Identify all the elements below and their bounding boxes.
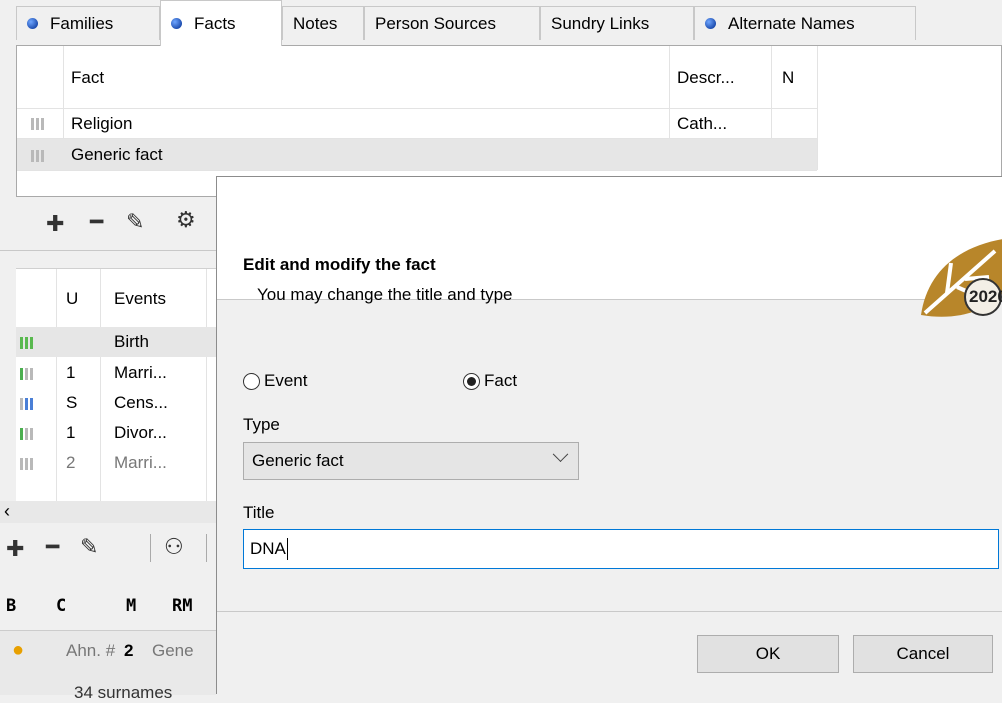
tab-label: Sundry Links: [551, 13, 650, 33]
add-icon[interactable]: ✚: [6, 538, 24, 560]
completeness-bars-icon: [20, 458, 44, 470]
dialog-subtitle: You may change the title and type: [257, 285, 513, 304]
event-name-cell: Cens...: [114, 393, 168, 412]
tab-facts[interactable]: Facts: [160, 0, 282, 46]
dialog-title: Edit and modify the fact: [243, 255, 436, 274]
completeness-bars-icon: [31, 118, 55, 130]
event-u-cell: S: [66, 393, 78, 412]
title-label: Title: [243, 503, 275, 522]
column-header-u[interactable]: U: [66, 289, 78, 309]
event-u-cell: 1: [66, 363, 76, 382]
tab-label: Facts: [194, 13, 236, 33]
tab-status-dot-icon: [705, 18, 716, 29]
tab-person-sources[interactable]: Person Sources: [364, 6, 540, 40]
logo-year-text: 2020: [969, 287, 1002, 306]
generation-text: Gene: [152, 641, 194, 660]
relationship-letter-bar: B C M RM: [0, 590, 216, 624]
tab-label: Person Sources: [375, 13, 496, 33]
scroll-left-arrow-icon[interactable]: ‹: [4, 501, 10, 522]
table-row[interactable]: 1 Divor...: [16, 418, 216, 448]
edit-pencil-icon[interactable]: ✎: [126, 211, 144, 233]
letter-b[interactable]: B: [6, 596, 16, 616]
radio-unchecked-icon: [243, 372, 260, 390]
events-toolbar: ✚ ━ ✎ ⚇: [0, 526, 216, 572]
letter-m[interactable]: M: [126, 596, 136, 616]
tab-notes[interactable]: Notes: [282, 6, 364, 40]
cancel-button-label: Cancel: [896, 644, 950, 663]
column-header-description[interactable]: Descr...: [677, 68, 735, 88]
chevron-down-icon: [552, 446, 569, 463]
title-input-value: DNA: [250, 539, 286, 558]
ahn-label: Ahn. #: [66, 641, 116, 660]
column-header-fact[interactable]: Fact: [71, 68, 104, 88]
fact-name-cell: Religion: [71, 114, 133, 133]
completeness-bars-icon: [20, 368, 44, 380]
fact-name-cell: Generic fact: [71, 145, 163, 164]
completeness-bars-icon: [31, 150, 55, 162]
ok-button[interactable]: OK: [697, 635, 839, 673]
completeness-bars-icon: [20, 337, 44, 349]
title-input[interactable]: DNA: [243, 529, 999, 569]
edit-fact-dialog: Edit and modify the fact You may change …: [216, 176, 1002, 694]
edit-pencil-icon[interactable]: ✎: [80, 536, 98, 558]
person-icon: ●: [12, 639, 25, 661]
facts-toolbar: ✚ ━ ✎ ⚙: [0, 197, 216, 249]
dialog-header: Edit and modify the fact You may change …: [217, 177, 1002, 317]
tab-bar: Families Facts Notes Person Sources Sund…: [0, 0, 1002, 46]
facts-grid: Fact Descr... N Religion Cath... Generic…: [16, 45, 1002, 197]
letter-c[interactable]: C: [56, 596, 66, 616]
type-select-value: Generic fact: [252, 451, 344, 470]
ok-button-label: OK: [755, 644, 781, 663]
tab-alternate-names[interactable]: Alternate Names: [694, 6, 916, 40]
tab-label: Notes: [293, 13, 338, 33]
radio-event[interactable]: Event: [243, 371, 307, 391]
tab-status-dot-icon: [27, 18, 38, 29]
type-label: Type: [243, 415, 280, 434]
remove-icon[interactable]: ━: [90, 211, 103, 233]
event-u-cell: 2: [66, 453, 76, 470]
table-row[interactable]: Religion Cath...: [17, 108, 817, 138]
ahn-value: 2: [124, 641, 134, 660]
table-row[interactable]: 1 Marri...: [16, 358, 216, 388]
text-caret: [286, 538, 288, 560]
horizontal-scrollbar[interactable]: ‹: [0, 501, 216, 523]
cancel-button[interactable]: Cancel: [853, 635, 993, 673]
surnames-count: 34 surnames: [74, 683, 173, 702]
letter-rm[interactable]: RM: [172, 596, 192, 616]
column-header-n[interactable]: N: [782, 68, 794, 88]
tab-families[interactable]: Families: [16, 6, 160, 40]
witness-icon[interactable]: ⚇: [164, 536, 184, 558]
tab-sundry-links[interactable]: Sundry Links: [540, 6, 694, 40]
remove-icon[interactable]: ━: [46, 536, 59, 558]
tab-label: Families: [50, 13, 114, 33]
completeness-bars-icon: [20, 398, 44, 410]
tab-status-dot-icon: [171, 18, 182, 29]
status-area: ● Ahn. # 2 Gene 34 surnames: [0, 630, 216, 702]
table-row-selected[interactable]: Generic fact: [17, 139, 817, 170]
radio-fact[interactable]: Fact: [463, 371, 517, 391]
radio-event-label: Event: [264, 371, 308, 390]
app-leaf-logo-icon: 2020: [917, 233, 1002, 323]
event-name-cell: Divor...: [114, 423, 167, 442]
column-header-events[interactable]: Events: [114, 289, 166, 309]
tab-label: Alternate Names: [728, 13, 855, 33]
events-grid: U Events Birth 1 Marri... S Cens... 1 Di…: [0, 268, 216, 523]
event-u-cell: 1: [66, 423, 76, 442]
event-name-cell: Birth: [114, 332, 149, 351]
fact-description-cell: Cath...: [677, 114, 728, 133]
radio-fact-label: Fact: [484, 371, 518, 390]
completeness-bars-icon: [20, 428, 44, 440]
event-name-cell: Marri...: [114, 453, 167, 470]
type-select[interactable]: Generic fact: [243, 442, 579, 480]
table-row[interactable]: 2 Marri...: [16, 448, 216, 470]
add-icon[interactable]: ✚: [46, 213, 64, 235]
table-row-selected[interactable]: Birth: [16, 327, 216, 357]
settings-gear-icon[interactable]: ⚙: [176, 209, 196, 231]
table-row[interactable]: S Cens...: [16, 388, 216, 418]
event-name-cell: Marri...: [114, 363, 167, 382]
radio-checked-icon: [463, 372, 480, 390]
